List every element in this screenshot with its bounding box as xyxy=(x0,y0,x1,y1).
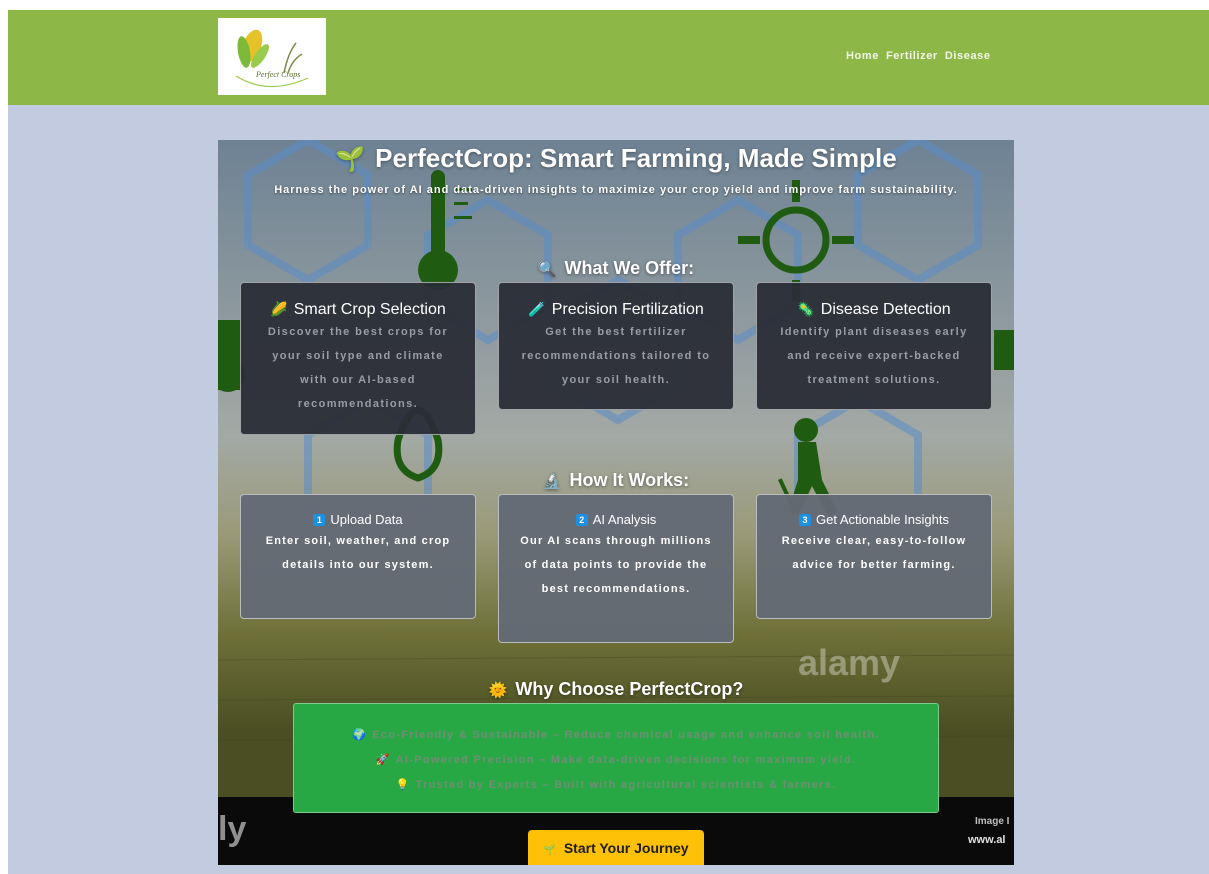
step-card-title: AI Analysis xyxy=(592,512,657,527)
microscope-icon: 🔬 xyxy=(542,473,562,490)
offer-card-crop-selection: 🌽 Smart Crop Selection Discover the best … xyxy=(240,282,476,435)
nav-links: Home Fertilizer Disease xyxy=(846,50,991,62)
corn-logo-icon xyxy=(235,29,309,88)
step-number-badge: 1 xyxy=(313,514,326,526)
step-card-body: Our AI scans through millions of data po… xyxy=(520,535,712,595)
offer-card-title: Precision Fertilization xyxy=(551,301,704,318)
why-heading-text: Why Choose PerfectCrop? xyxy=(515,679,744,699)
logo[interactable]: Perfect Crops xyxy=(218,18,326,95)
globe-icon: 🌍 xyxy=(352,729,368,741)
step-number-badge: 2 xyxy=(575,514,588,526)
watermark-brand: alamy xyxy=(798,642,901,683)
why-heading: 🌞 Why Choose PerfectCrop? xyxy=(218,679,1014,700)
step-card-insights: 3 Get Actionable Insights Receive clear, … xyxy=(756,494,992,619)
watermark-corner-line2: www.al xyxy=(968,834,1006,846)
offer-card-body: Discover the best crops for your soil ty… xyxy=(267,326,449,410)
offer-card-title: Smart Crop Selection xyxy=(293,301,446,318)
offer-card-fertilization: 🧪 Precision Fertilization Get the best fe… xyxy=(498,282,734,410)
step-card-title: Upload Data xyxy=(330,512,403,527)
lightbulb-icon: 💡 xyxy=(395,779,411,791)
why-point: 🚀 AI-Powered Precision – Make data-driven… xyxy=(294,748,938,773)
offer-card-body: Identify plant diseases early and receiv… xyxy=(780,326,968,386)
navbar xyxy=(8,10,1209,105)
step-card-title: Get Actionable Insights xyxy=(816,512,949,527)
seedling-icon: 🌱 xyxy=(335,146,366,173)
why-point: 💡 Trusted by Experts – Built with agricul… xyxy=(294,773,938,798)
hero-section: alamy ly Image I www.al 🌱 PerfectCrop: Sm… xyxy=(218,140,1014,865)
watermark-corner-line1: Image I xyxy=(975,816,1010,827)
offer-card-body: Get the best fertilizer recommendations … xyxy=(521,326,711,386)
offer-card-disease: 🦠 Disease Detection Identify plant diseas… xyxy=(756,282,992,410)
offer-card-title: Disease Detection xyxy=(820,301,951,318)
hero-title: 🌱 PerfectCrop: Smart Farming, Made Simple xyxy=(218,143,1014,174)
offer-heading: 🔍 What We Offer: xyxy=(218,258,1014,279)
corn-icon: 🌽 xyxy=(270,301,288,317)
rocket-icon: 🚀 xyxy=(375,754,391,766)
nav-disease-link[interactable]: Disease xyxy=(945,50,991,62)
step-card-analysis: 2 AI Analysis Our AI scans through millio… xyxy=(498,494,734,643)
step-card-body: Receive clear, easy-to-follow advice for… xyxy=(781,535,967,571)
why-point-text: Eco-Friendly & Sustainable – Reduce chem… xyxy=(372,729,880,741)
magnifier-icon: 🔍 xyxy=(537,261,557,278)
step-number-badge: 3 xyxy=(799,514,811,526)
step-card-body: Enter soil, weather, and crop details in… xyxy=(265,535,451,571)
step-card-upload: 1 Upload Data Enter soil, weather, and cr… xyxy=(240,494,476,619)
start-journey-button[interactable]: 🌱 Start Your Journey xyxy=(528,830,704,865)
logo-text: Perfect Crops xyxy=(256,70,301,79)
nav-home-link[interactable]: Home xyxy=(846,50,879,62)
how-heading: 🔬 How It Works: xyxy=(218,470,1014,491)
how-heading-text: How It Works: xyxy=(569,470,690,490)
hero-title-text: PerfectCrop: Smart Farming, Made Simple xyxy=(375,143,897,173)
syringe-icon: 🧪 xyxy=(528,301,546,317)
offer-heading-text: What We Offer: xyxy=(564,258,695,278)
why-point-text: Trusted by Experts – Built with agricult… xyxy=(415,779,837,791)
why-point: 🌍 Eco-Friendly & Sustainable – Reduce che… xyxy=(294,723,938,748)
start-journey-label: Start Your Journey xyxy=(563,839,689,856)
nav-fertilizer-link[interactable]: Fertilizer xyxy=(886,50,938,62)
sprout-icon: 🌱 xyxy=(543,844,556,856)
microbe-icon: 🦠 xyxy=(797,301,815,317)
why-box: 🌍 Eco-Friendly & Sustainable – Reduce che… xyxy=(293,703,939,813)
hero-subtitle: Harness the power of AI and data-driven … xyxy=(274,184,958,196)
watermark-left: ly xyxy=(218,810,247,848)
why-point-text: AI-Powered Precision – Make data-driven … xyxy=(395,754,857,766)
sun-icon: 🌞 xyxy=(488,682,508,699)
